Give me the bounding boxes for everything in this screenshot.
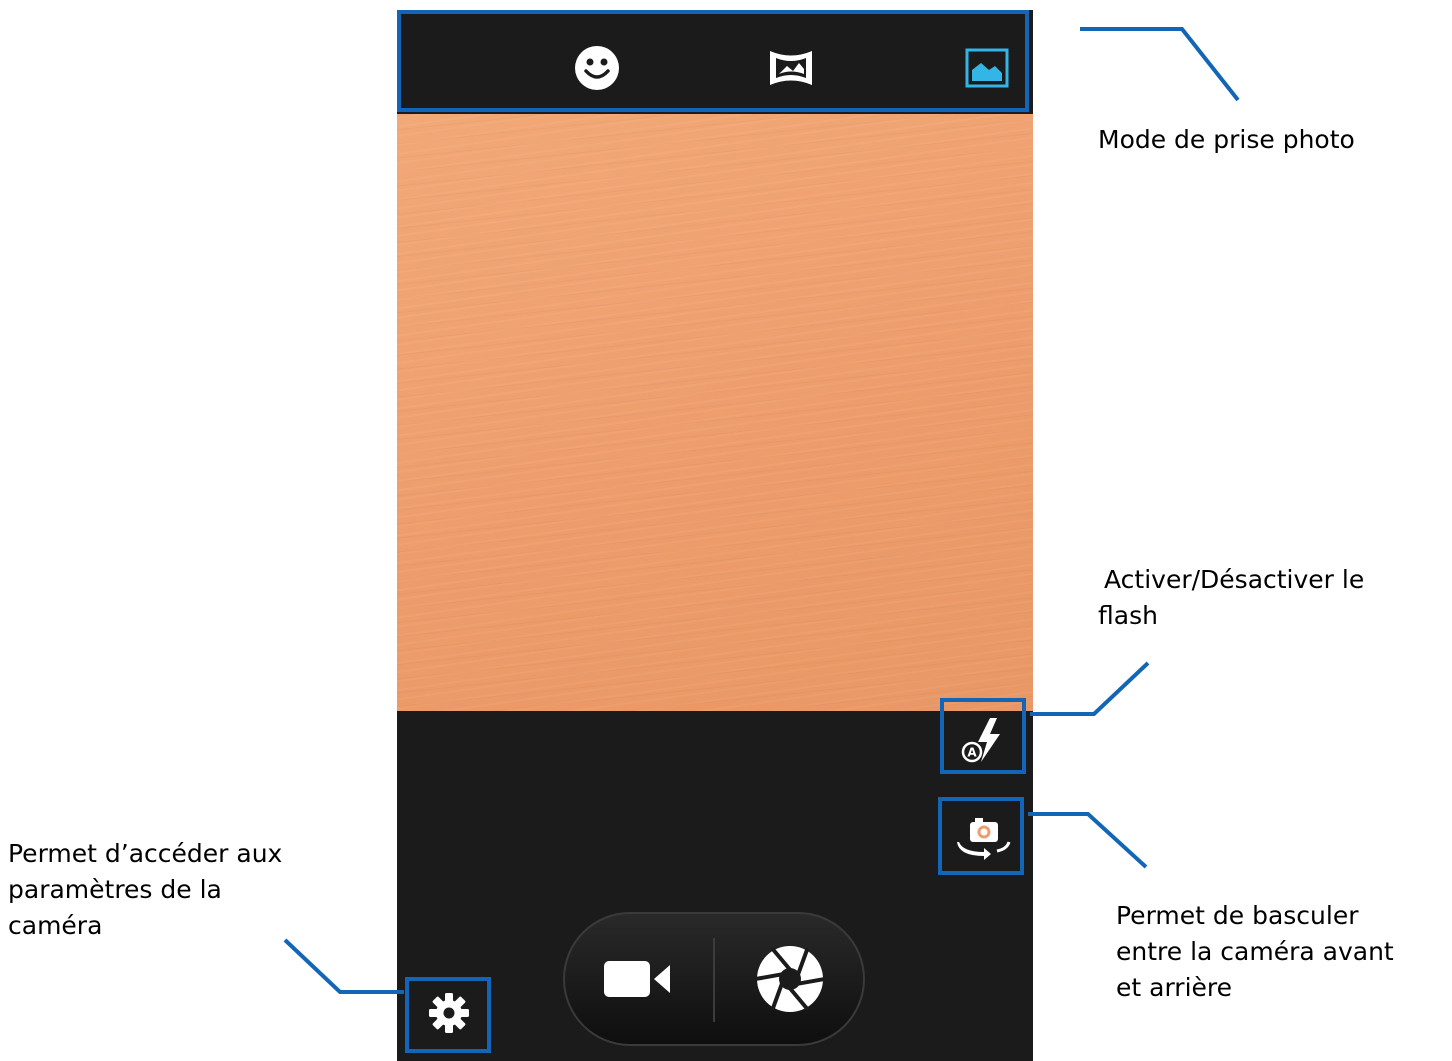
annotation-switch: Permet de basculer entre la caméra avant…: [1116, 898, 1394, 1006]
annotation-switch-line2: entre la caméra avant: [1116, 937, 1394, 966]
annotation-settings-line2: paramètres de la: [8, 875, 222, 904]
annotation-settings-line1: Permet d’accéder aux: [8, 839, 283, 868]
annotation-switch-line3: et arrière: [1116, 973, 1233, 1002]
annotation-flash: Activer/Désactiver le flash: [1098, 562, 1365, 634]
annotation-switch-line1: Permet de basculer: [1116, 901, 1359, 930]
annotation-settings-line3: caméra: [8, 911, 103, 940]
annotation-mode: Mode de prise photo: [1098, 125, 1355, 154]
annotation-settings: Permet d’accéder aux paramètres de la ca…: [8, 836, 282, 944]
annotation-flash-line2: flash: [1098, 601, 1158, 630]
annotation-flash-line1: Activer/Désactiver le: [1104, 565, 1365, 594]
